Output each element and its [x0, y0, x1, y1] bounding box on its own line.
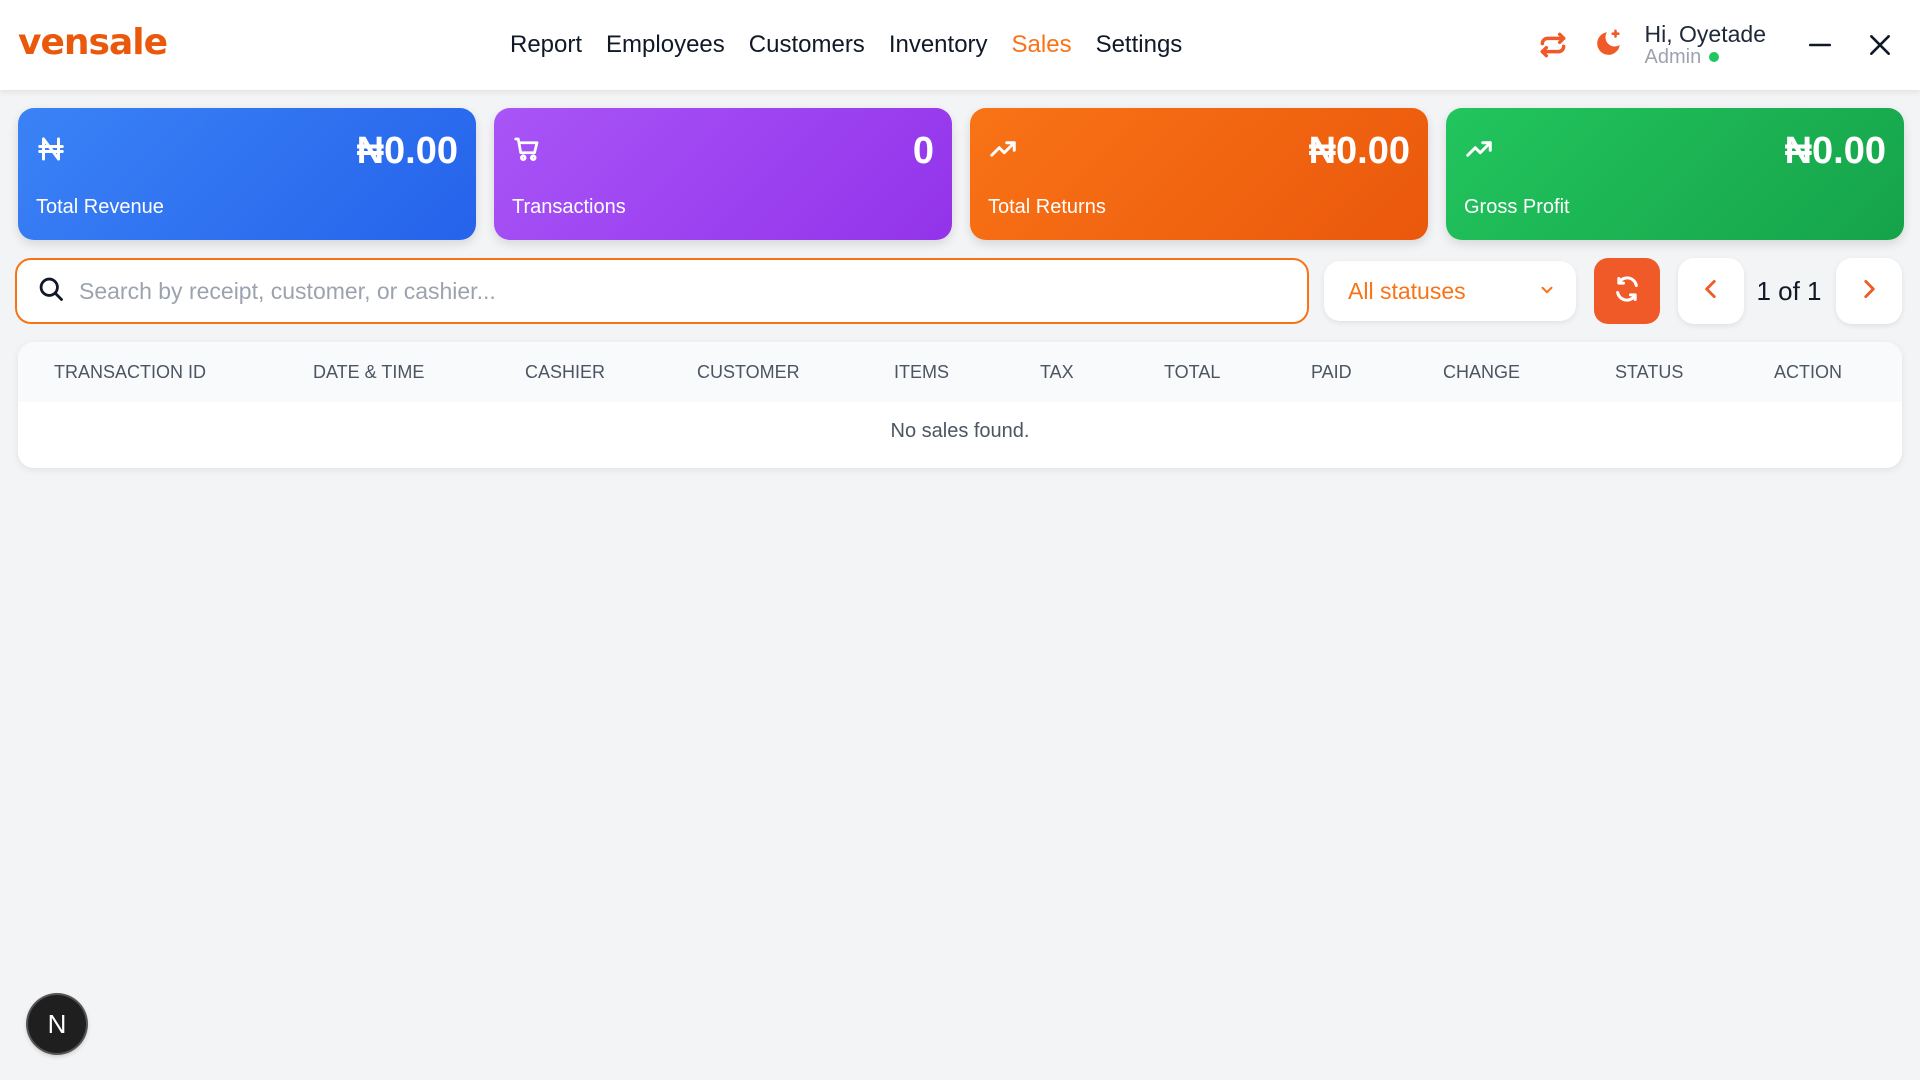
- search-icon: [37, 275, 65, 308]
- column-header-date-time[interactable]: DATE & TIME: [313, 362, 424, 383]
- status-filter-select[interactable]: All statuses: [1324, 261, 1576, 321]
- chevron-right-icon: [1856, 276, 1882, 307]
- online-status-dot: [1709, 52, 1720, 63]
- stat-value: 0: [912, 130, 934, 172]
- trending-up-icon: [988, 134, 1018, 164]
- stat-value: ₦0.00: [1308, 130, 1410, 172]
- column-header-tax[interactable]: TAX: [1040, 362, 1074, 383]
- stat-label: Total Returns: [988, 196, 1106, 218]
- refresh-button[interactable]: [1594, 258, 1660, 324]
- column-header-items[interactable]: ITEMS: [894, 362, 949, 383]
- column-header-status[interactable]: STATUS: [1615, 362, 1683, 383]
- stat-label: Total Revenue: [36, 196, 164, 218]
- stat-card-transactions: 0 Transactions: [494, 108, 952, 240]
- cart-icon: [512, 134, 542, 164]
- stat-value: ₦0.00: [1784, 130, 1886, 172]
- main-nav: Report Employees Customers Inventory Sal…: [510, 0, 1182, 90]
- sync-icon[interactable]: [1533, 25, 1573, 65]
- column-header-total[interactable]: TOTAL: [1164, 362, 1220, 383]
- chevron-down-icon: [1538, 278, 1556, 305]
- close-icon[interactable]: [1860, 25, 1900, 65]
- pagination-indicator: 1 of 1: [1756, 275, 1822, 306]
- nav-item-sales[interactable]: Sales: [1012, 31, 1072, 59]
- column-header-customer[interactable]: CUSTOMER: [697, 362, 800, 383]
- stat-card-gross-profit: ₦0.00 Gross Profit: [1446, 108, 1904, 240]
- app-header: vensale Report Employees Customers Inven…: [0, 0, 1920, 90]
- column-header-transaction-id[interactable]: TRANSACTION ID: [54, 362, 206, 383]
- chevron-left-icon: [1698, 276, 1724, 307]
- column-header-change[interactable]: CHANGE: [1443, 362, 1520, 383]
- nav-item-report[interactable]: Report: [510, 31, 582, 59]
- stat-label: Transactions: [512, 196, 626, 218]
- user-role-label: Admin: [1644, 45, 1702, 68]
- nav-item-inventory[interactable]: Inventory: [889, 31, 988, 59]
- table-header: TRANSACTION ID DATE & TIME CASHIER CUSTO…: [18, 342, 1902, 402]
- stat-value: ₦0.00: [356, 130, 458, 172]
- dark-mode-icon[interactable]: [1587, 25, 1627, 65]
- column-header-action: ACTION: [1774, 362, 1843, 382]
- user-info[interactable]: Hi, Oyetade Admin: [1645, 22, 1766, 67]
- column-header-cashier[interactable]: CASHIER: [525, 362, 605, 383]
- next-page-button[interactable]: [1836, 258, 1902, 324]
- naira-icon: [36, 134, 66, 164]
- search-box: [15, 258, 1309, 324]
- user-greeting: Hi, Oyetade: [1644, 21, 1766, 48]
- stat-card-total-returns: ₦0.00 Total Returns: [970, 108, 1428, 240]
- column-header-paid[interactable]: PAID: [1311, 362, 1352, 383]
- prev-page-button[interactable]: [1678, 258, 1744, 324]
- minimize-icon[interactable]: [1800, 25, 1840, 65]
- stat-label: Gross Profit: [1464, 196, 1570, 218]
- stat-card-total-revenue: ₦0.00 Total Revenue: [18, 108, 476, 240]
- user-role: Admin: [1644, 45, 1766, 68]
- trending-up-icon: [1464, 134, 1494, 164]
- header-actions: Hi, Oyetade Admin: [1533, 0, 1920, 90]
- app-logo[interactable]: vensale: [18, 22, 168, 63]
- nav-item-customers[interactable]: Customers: [749, 31, 865, 59]
- nav-item-settings[interactable]: Settings: [1096, 31, 1183, 59]
- nav-item-employees[interactable]: Employees: [606, 31, 725, 59]
- status-filter-value: All statuses: [1348, 277, 1466, 304]
- refresh-icon: [1613, 275, 1641, 308]
- dev-tools-badge[interactable]: N: [28, 995, 86, 1053]
- empty-state-message: No sales found.: [890, 420, 1030, 442]
- sales-table: TRANSACTION ID DATE & TIME CASHIER CUSTO…: [18, 342, 1902, 468]
- search-input[interactable]: [79, 277, 1259, 305]
